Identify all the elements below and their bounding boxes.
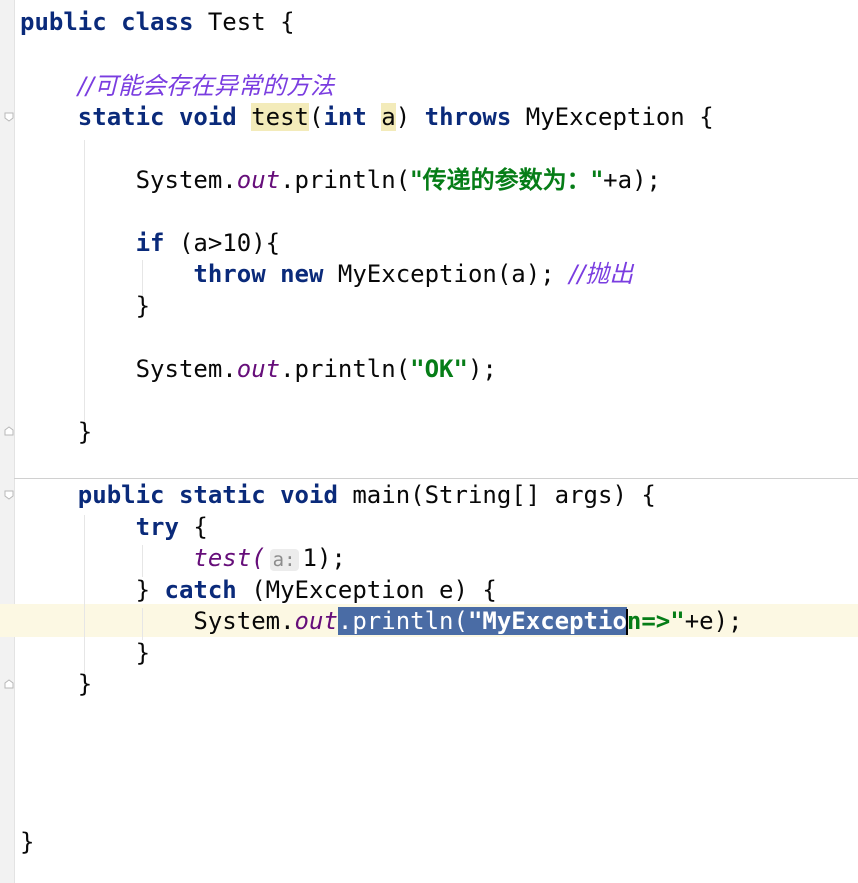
keyword: void: [280, 481, 338, 509]
brace: }: [135, 292, 151, 320]
condition: (a>10){: [178, 229, 281, 257]
system-ref: System.: [135, 355, 237, 383]
code-rest: +a);: [603, 166, 661, 194]
catch-clause: (MyException e) {: [251, 576, 497, 604]
fold-collapse-icon[interactable]: [4, 112, 14, 122]
code-line-try[interactable]: try {: [20, 511, 208, 543]
paren: (: [309, 103, 324, 131]
argument: 1);: [302, 544, 346, 572]
out-field: out: [236, 355, 281, 383]
keyword: catch: [164, 576, 237, 604]
keyword: try: [135, 513, 179, 541]
keyword: new: [280, 260, 324, 288]
system-ref: System.: [135, 166, 237, 194]
parameter-hint: a:: [269, 549, 299, 571]
string-literal: "OK": [410, 355, 468, 383]
code-line-main-decl[interactable]: public static void main(String[] args) {: [20, 479, 656, 511]
out-field: out: [236, 166, 281, 194]
code-line-println-ok[interactable]: System.out.println("OK");: [20, 353, 497, 385]
brace: }: [135, 639, 151, 667]
method-call: test(: [193, 544, 266, 572]
brace: }: [20, 828, 35, 856]
exception-type: MyException: [525, 103, 685, 131]
comment: //可能会存在异常的方法: [77, 72, 334, 100]
keyword: public: [20, 8, 107, 36]
brace: {: [699, 103, 714, 131]
keyword: if: [135, 229, 165, 257]
keyword: throw: [193, 260, 266, 288]
brace: }: [77, 670, 93, 698]
code-line-throw[interactable]: throw new MyException(a); //抛出: [20, 258, 633, 290]
println-call: .println(: [280, 355, 411, 383]
fold-end-icon[interactable]: [4, 426, 14, 436]
code-line-catch[interactable]: } catch (MyException e) {: [20, 574, 497, 606]
editor-gutter: [0, 0, 15, 883]
text-selection[interactable]: .println("MyExceptio: [337, 607, 627, 635]
param-highlight: a: [381, 103, 396, 131]
code-line-test-call[interactable]: test(a: 1);: [20, 542, 346, 574]
keyword: static: [77, 103, 165, 131]
keyword: static: [178, 481, 266, 509]
fold-collapse-icon[interactable]: [4, 490, 14, 500]
code-line-class-decl[interactable]: public class Test {: [20, 6, 295, 38]
code-rest: +e);: [684, 607, 743, 635]
code-line-println-param[interactable]: System.out.println("传递的参数为："+a);: [20, 164, 661, 196]
main-signature: main(String[] args) {: [352, 481, 656, 509]
keyword: throws: [424, 103, 512, 131]
brace: }: [135, 576, 151, 604]
string-literal: "传递的参数为：": [410, 166, 604, 194]
code-line-close-main[interactable]: }: [20, 668, 92, 700]
code-line-comment[interactable]: //可能会存在异常的方法: [20, 70, 334, 102]
code-line-if[interactable]: if (a>10){: [20, 227, 281, 259]
string-literal: n=>": [626, 607, 685, 635]
class-name: Test: [207, 8, 266, 36]
keyword: int: [323, 103, 367, 131]
println-call: .println(: [280, 166, 411, 194]
brace: {: [280, 8, 295, 36]
code-line-close-method[interactable]: }: [20, 416, 92, 448]
keyword: class: [121, 8, 194, 36]
code-line-close-class[interactable]: }: [20, 826, 34, 858]
code-line-close-if[interactable]: }: [20, 290, 150, 322]
code-line-println-exception[interactable]: System.out.println("MyException=>"+e);: [20, 605, 743, 637]
keyword: public: [77, 481, 165, 509]
paren: ): [395, 103, 411, 131]
brace: {: [193, 513, 208, 541]
code-rest: );: [467, 355, 497, 383]
string-literal-selected: "MyExceptio: [467, 607, 627, 635]
keyword: void: [178, 103, 237, 131]
println-call: .println(: [337, 607, 468, 635]
fold-end-icon[interactable]: [4, 679, 14, 689]
brace: }: [77, 418, 93, 446]
code-line-method-test[interactable]: static void test(int a) throws MyExcepti…: [20, 101, 714, 133]
method-name-highlight: test: [251, 103, 309, 131]
code-line-close-catch[interactable]: }: [20, 637, 150, 669]
constructor-call: MyException(a);: [337, 260, 555, 288]
out-field: out: [294, 607, 338, 635]
comment: //抛出: [569, 260, 634, 288]
system-ref: System.: [193, 607, 295, 635]
